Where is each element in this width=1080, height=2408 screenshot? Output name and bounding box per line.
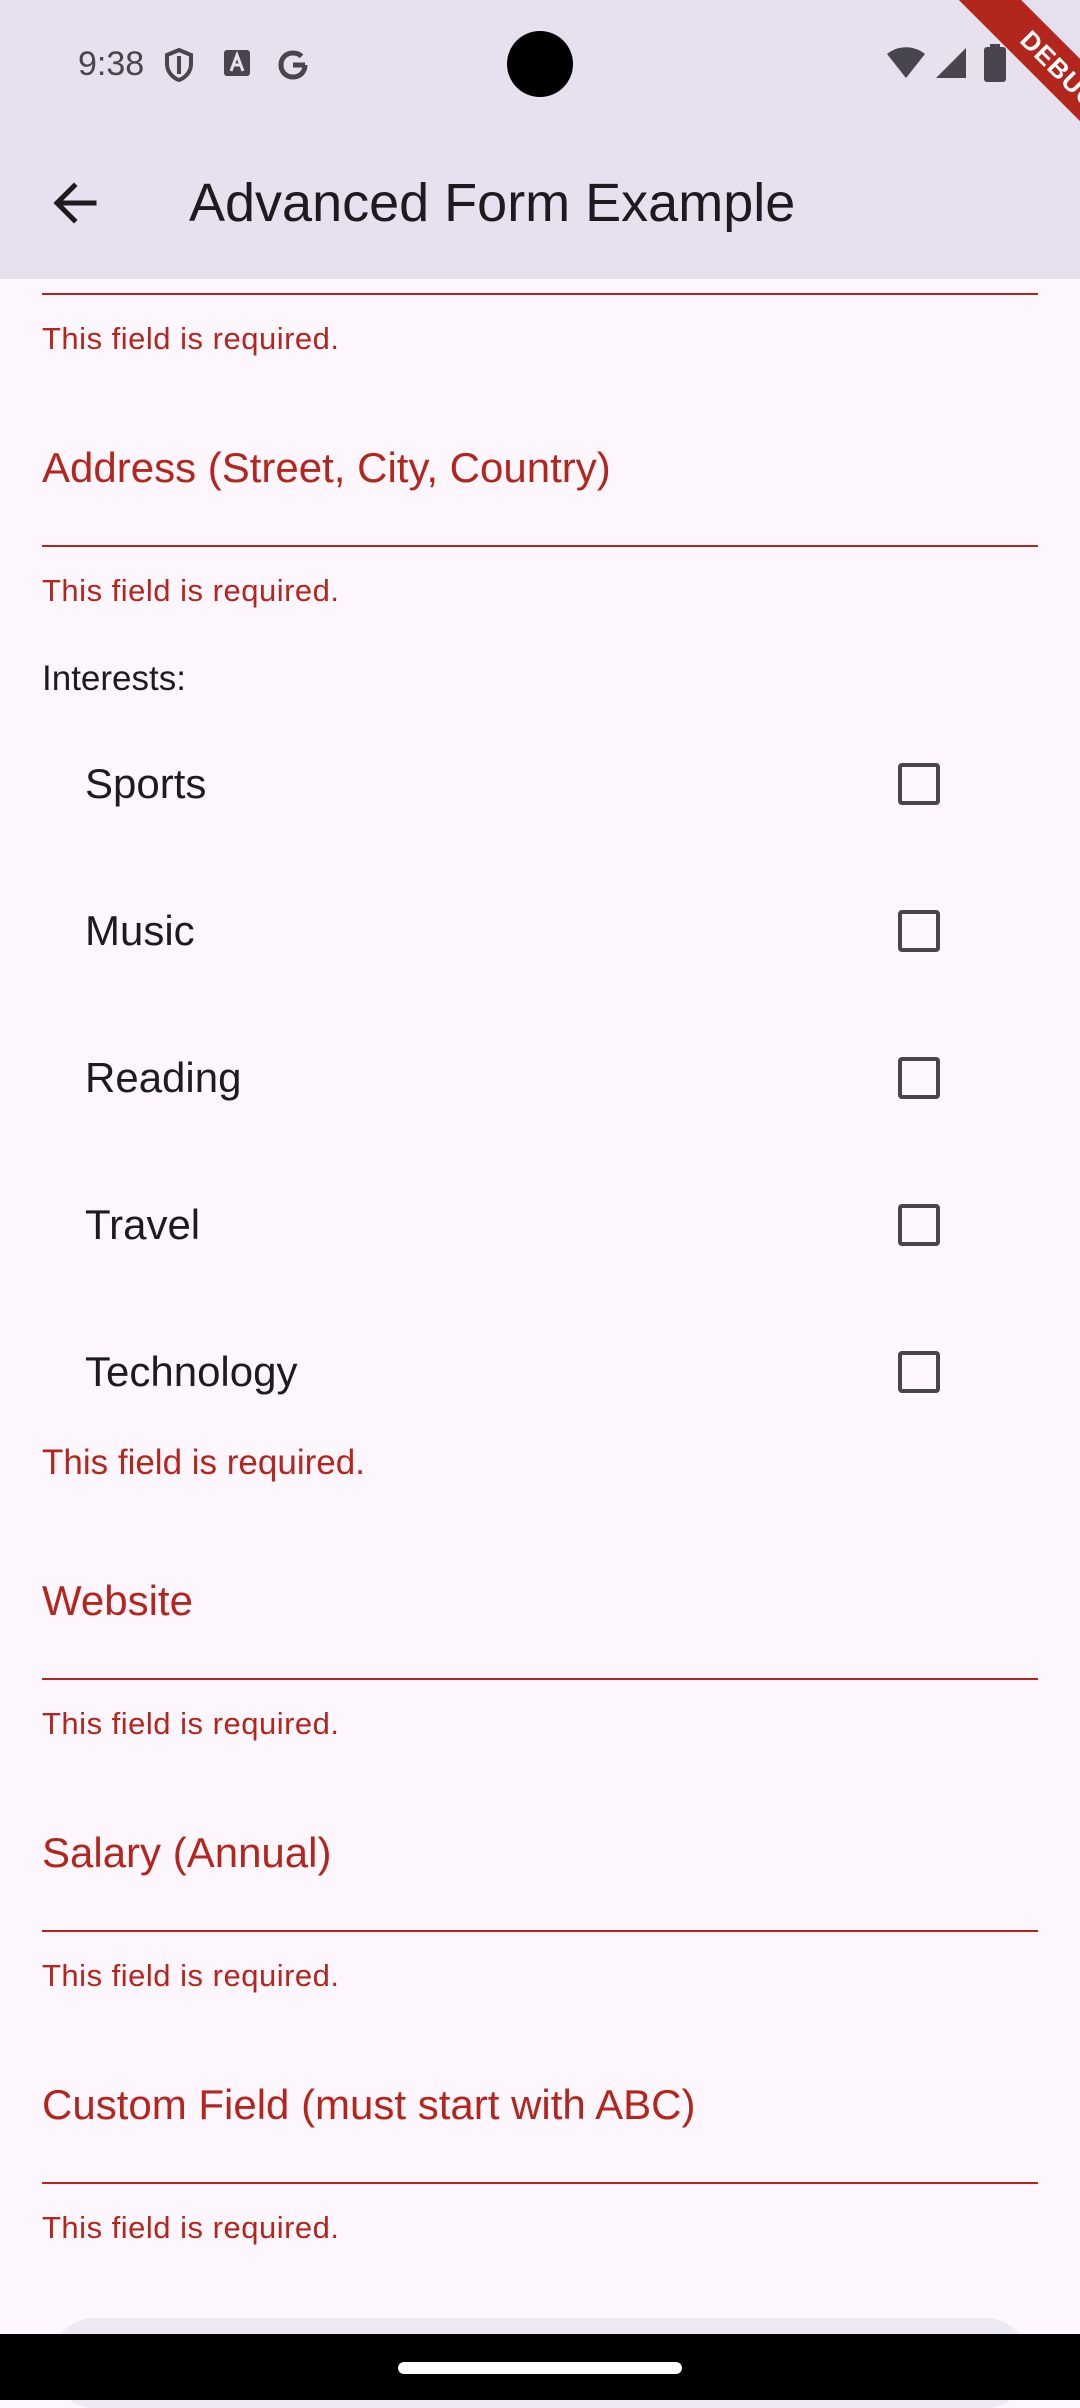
checkbox-travel[interactable]: Travel [42,1151,1038,1298]
checkbox-box[interactable] [898,909,940,952]
website-field[interactable]: Website [42,1577,193,1625]
checkbox-box[interactable] [898,762,940,805]
page-title: Advanced Form Example [189,173,796,233]
shield-icon [164,47,194,87]
salary-underline [42,1930,1038,1932]
checkbox-box[interactable] [898,1350,940,1393]
status-bar: 9:38 [0,0,1080,130]
checkbox-label: Sports [85,759,207,807]
custom-underline [42,2182,1038,2184]
prev-field-error: This field is required. [42,321,340,356]
arrow-back-icon [52,180,98,231]
gesture-nav-bar [0,2334,1080,2400]
checkbox-box[interactable] [898,1203,940,1246]
address-underline [42,545,1038,547]
app-bar: Advanced Form Example [0,130,1080,279]
website-underline [42,1678,1038,1680]
checkbox-technology[interactable]: Technology [42,1298,1038,1445]
interests-error: This field is required. [42,1443,365,1482]
home-handle[interactable] [398,2362,682,2374]
checkbox-reading[interactable]: Reading [42,1004,1038,1151]
checkbox-label: Travel [85,1200,201,1248]
form-scroll-area[interactable]: This field is required. Address (Street,… [0,279,1080,2334]
checkbox-sports[interactable]: Sports [42,710,1038,857]
custom-error: This field is required. [42,2210,340,2245]
checkbox-music[interactable]: Music [42,857,1038,1004]
salary-field[interactable]: Salary (Annual) [42,1829,331,1877]
signal-icon [934,46,968,85]
prev-field-underline[interactable] [42,293,1038,295]
checkbox-label: Technology [85,1347,298,1395]
checkbox-box[interactable] [898,1056,940,1099]
address-field[interactable]: Address (Street, City, Country) [42,444,611,492]
front-camera [507,31,573,97]
salary-error: This field is required. [42,1958,340,1993]
font-icon [222,48,252,83]
checkbox-label: Music [85,906,195,954]
google-icon [276,48,310,87]
checkbox-label: Reading [85,1053,242,1101]
status-time: 9:38 [78,45,145,83]
battery-icon [984,44,1006,87]
back-button[interactable] [40,170,110,240]
wifi-icon [886,46,926,85]
address-error: This field is required. [42,573,340,608]
interests-label: Interests: [42,659,186,698]
custom-field[interactable]: Custom Field (must start with ABC) [42,2081,695,2129]
website-error: This field is required. [42,1706,340,1741]
